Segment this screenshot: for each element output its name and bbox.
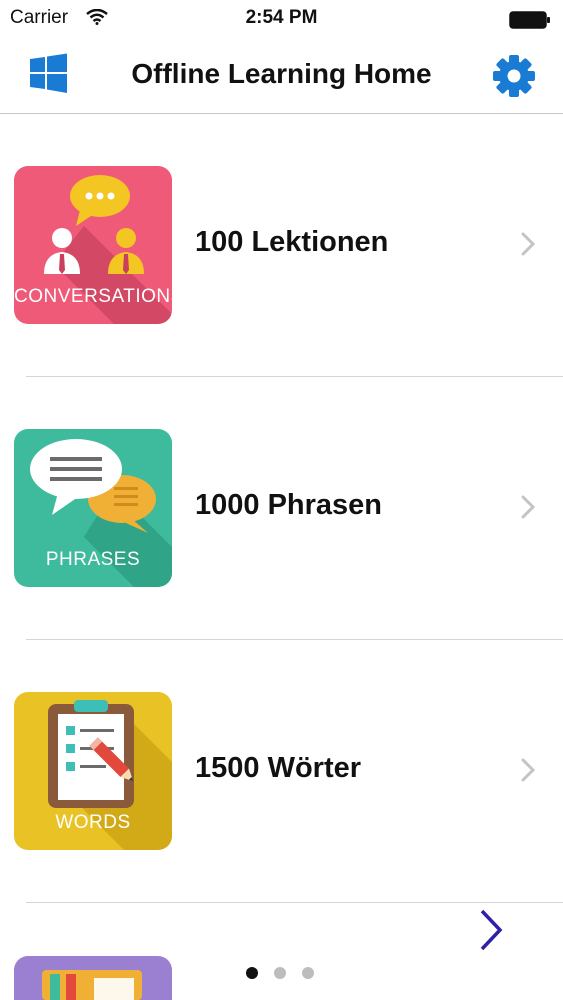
status-bar: Carrier 2:54 PM [0, 0, 563, 38]
nav-bar: Offline Learning Home [0, 38, 563, 114]
chevron-right-icon [520, 494, 536, 525]
row-divider [26, 902, 563, 903]
conversations-tile: CONVERSATIONS [14, 166, 172, 324]
tile-caption: WORDS [55, 812, 131, 833]
tile-caption: PHRASES [45, 549, 141, 570]
next-page-arrow-icon[interactable] [478, 908, 504, 957]
list-item-words[interactable]: WORDS 1500 Wörter [0, 640, 563, 903]
gear-icon[interactable] [492, 54, 536, 103]
item-label: 1500 Wörter [195, 752, 362, 784]
page-dot-2[interactable] [274, 967, 286, 979]
page-indicator[interactable] [246, 966, 330, 984]
book-tile [14, 956, 172, 1000]
battery-icon [509, 11, 551, 34]
chevron-right-icon [520, 757, 536, 788]
phrases-tile: PHRASES [14, 429, 172, 587]
list-item-phrases[interactable]: PHRASES 1000 Phrasen [0, 377, 563, 640]
clock-time: 2:54 PM [245, 7, 318, 28]
item-label: 100 Lektionen [195, 226, 389, 258]
item-label: 1000 Phrasen [195, 489, 383, 521]
page-dot-1[interactable] [246, 967, 258, 979]
words-tile: WORDS [14, 692, 172, 850]
page-title: Offline Learning Home [131, 58, 432, 89]
page-dot-3[interactable] [302, 967, 314, 979]
chevron-right-icon [520, 231, 536, 262]
tile-caption: CONVERSATIONS [14, 286, 172, 307]
list-item-conversations[interactable]: CONVERSATIONS 100 Lektionen [0, 114, 563, 377]
